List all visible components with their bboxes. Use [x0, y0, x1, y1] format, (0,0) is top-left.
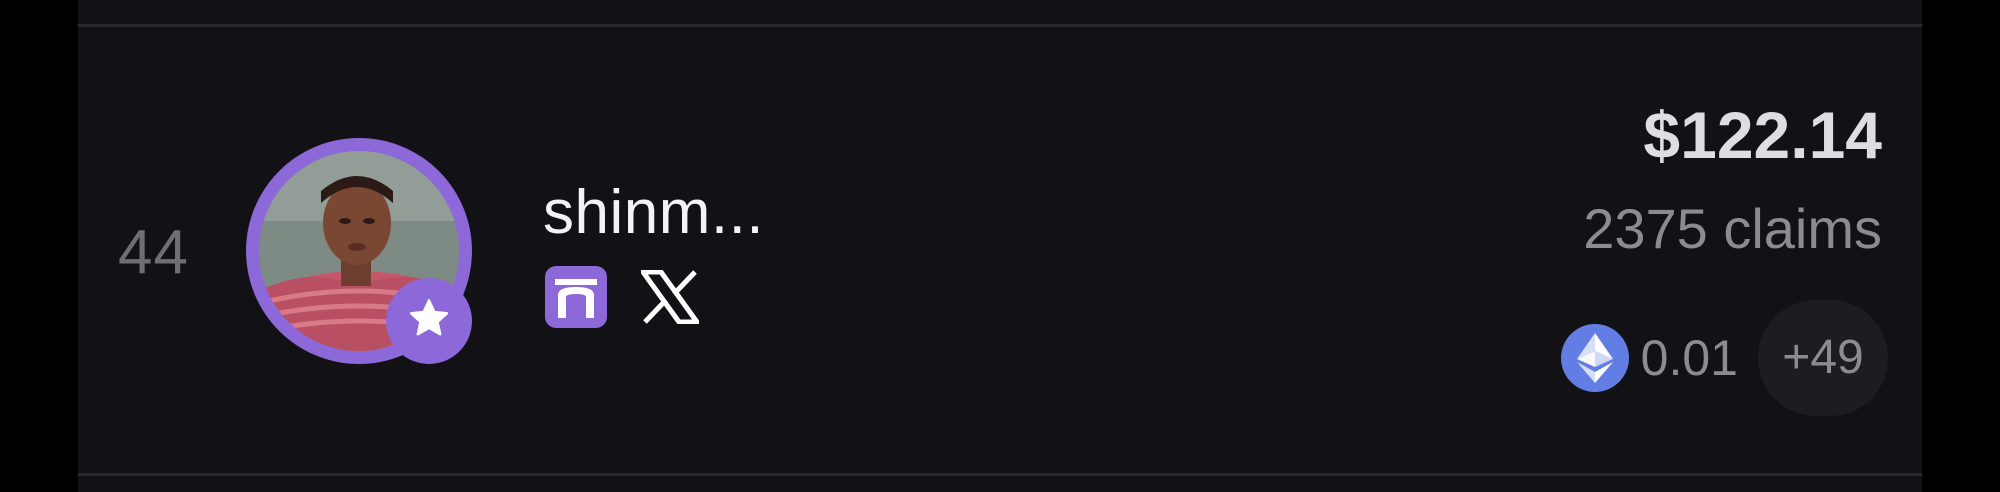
rank-number: 44 — [118, 218, 189, 287]
star-icon — [406, 296, 452, 347]
token-summary: 0.01 +49 — [1560, 300, 1888, 416]
reward-amount: $122.14 — [1643, 98, 1882, 172]
row-divider-bottom — [78, 473, 1922, 476]
token-amount: 0.01 — [1640, 330, 1738, 386]
social-links — [545, 266, 699, 328]
x-icon[interactable] — [641, 270, 699, 324]
row-divider-top — [78, 24, 1922, 27]
claims-count: 2375 claims — [1583, 197, 1882, 260]
username[interactable]: shinm... — [543, 178, 764, 248]
ethereum-icon — [1560, 324, 1629, 392]
star-badge — [386, 278, 472, 364]
more-tokens-button[interactable]: +49 — [1758, 300, 1888, 416]
portal-icon[interactable] — [545, 266, 607, 328]
